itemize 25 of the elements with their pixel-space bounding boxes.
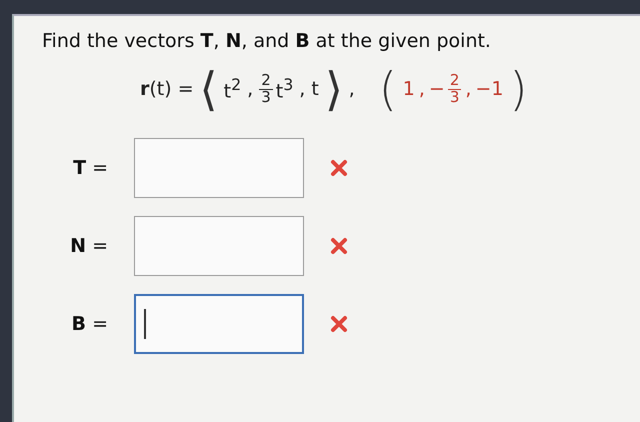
comma: , (299, 78, 306, 100)
answer-field[interactable] (134, 294, 304, 354)
math-term: 1 (402, 78, 415, 100)
cross-icon (330, 159, 348, 177)
answer-field[interactable] (134, 138, 304, 198)
math-term: −1 (475, 78, 504, 100)
function-label: r(t) = (140, 78, 194, 100)
comma: , (247, 78, 254, 100)
comma: , (418, 78, 425, 100)
math-term: t$^{2}$ (224, 75, 242, 103)
close-bracket: ⟩ (324, 66, 343, 112)
math-term: t (311, 78, 319, 100)
answer-label: T = (72, 157, 109, 179)
comma: , (465, 78, 472, 100)
open-bracket: ⟨ (200, 66, 218, 112)
question-text: Find the vectors T, N, and B at the given point. (42, 30, 492, 52)
cross-icon (330, 237, 348, 255)
open-bracket: ( (378, 66, 397, 112)
text-cursor (144, 309, 146, 339)
close-bracket: ) (509, 66, 528, 112)
answer-label: N = (69, 235, 109, 257)
comma: , (348, 78, 355, 100)
answer-field[interactable] (134, 216, 304, 276)
cross-icon (330, 315, 348, 333)
answer-label: B = (70, 313, 109, 335)
